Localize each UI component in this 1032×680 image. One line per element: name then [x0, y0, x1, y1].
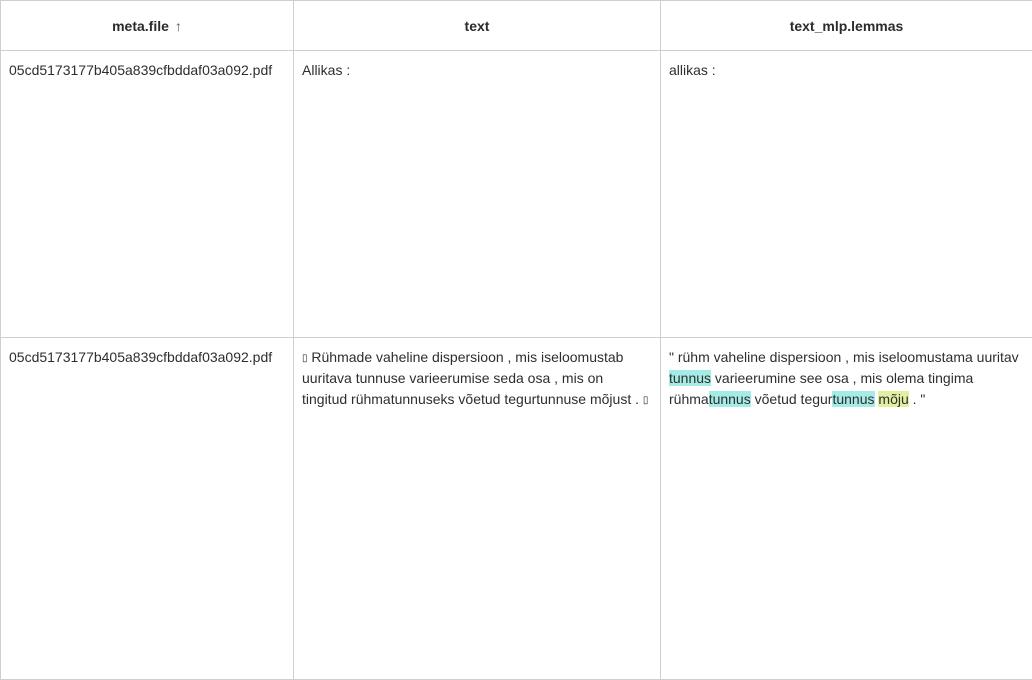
table-row: 05cd5173177b405a839cfbddaf03a092.pdf All… — [1, 51, 1032, 338]
column-header-label: text — [465, 18, 490, 34]
cell-text: ▯ Rühmade vaheline dispersioon , mis ise… — [294, 338, 661, 680]
highlight-tunnus: tunnus — [832, 391, 874, 407]
highlight-moju: mõju — [878, 391, 908, 407]
cell-lemmas: allikas : — [661, 51, 1032, 338]
column-header-text[interactable]: text — [294, 1, 661, 51]
lemmas-text: võetud tegur — [751, 391, 833, 407]
table-row: 05cd5173177b405a839cfbddaf03a092.pdf ▯ R… — [1, 338, 1032, 680]
highlight-tunnus: tunnus — [669, 370, 711, 386]
cell-text: Allikas : — [294, 51, 661, 338]
file-name: 05cd5173177b405a839cfbddaf03a092.pdf — [9, 62, 272, 78]
header-row: meta.file ↑ text text_mlp.lemmas — [1, 1, 1032, 51]
cell-file: 05cd5173177b405a839cfbddaf03a092.pdf — [1, 338, 294, 680]
lemmas-content: allikas : — [669, 62, 716, 78]
unknown-glyph-icon: ▯ — [643, 395, 649, 406]
cell-lemmas: " rühm vaheline dispersioon , mis iseloo… — [661, 338, 1032, 680]
column-header-label: meta.file — [112, 18, 169, 34]
results-table: meta.file ↑ text text_mlp.lemmas 05cd5173… — [0, 0, 1032, 680]
column-header-label: text_mlp.lemmas — [790, 18, 904, 34]
highlight-tunnus: tunnus — [709, 391, 751, 407]
lemmas-text: . " — [909, 391, 926, 407]
file-name: 05cd5173177b405a839cfbddaf03a092.pdf — [9, 349, 272, 365]
cell-file: 05cd5173177b405a839cfbddaf03a092.pdf — [1, 51, 294, 338]
lemmas-text: " rühm vaheline dispersioon , mis iseloo… — [669, 349, 1019, 365]
column-header-meta-file[interactable]: meta.file ↑ — [1, 1, 294, 51]
arrow-up-icon[interactable]: ↑ — [175, 18, 182, 34]
text-content: Rühmade vaheline dispersioon , mis iselo… — [302, 349, 643, 407]
text-content: Allikas : — [302, 62, 350, 78]
column-header-lemmas[interactable]: text_mlp.lemmas — [661, 1, 1032, 51]
